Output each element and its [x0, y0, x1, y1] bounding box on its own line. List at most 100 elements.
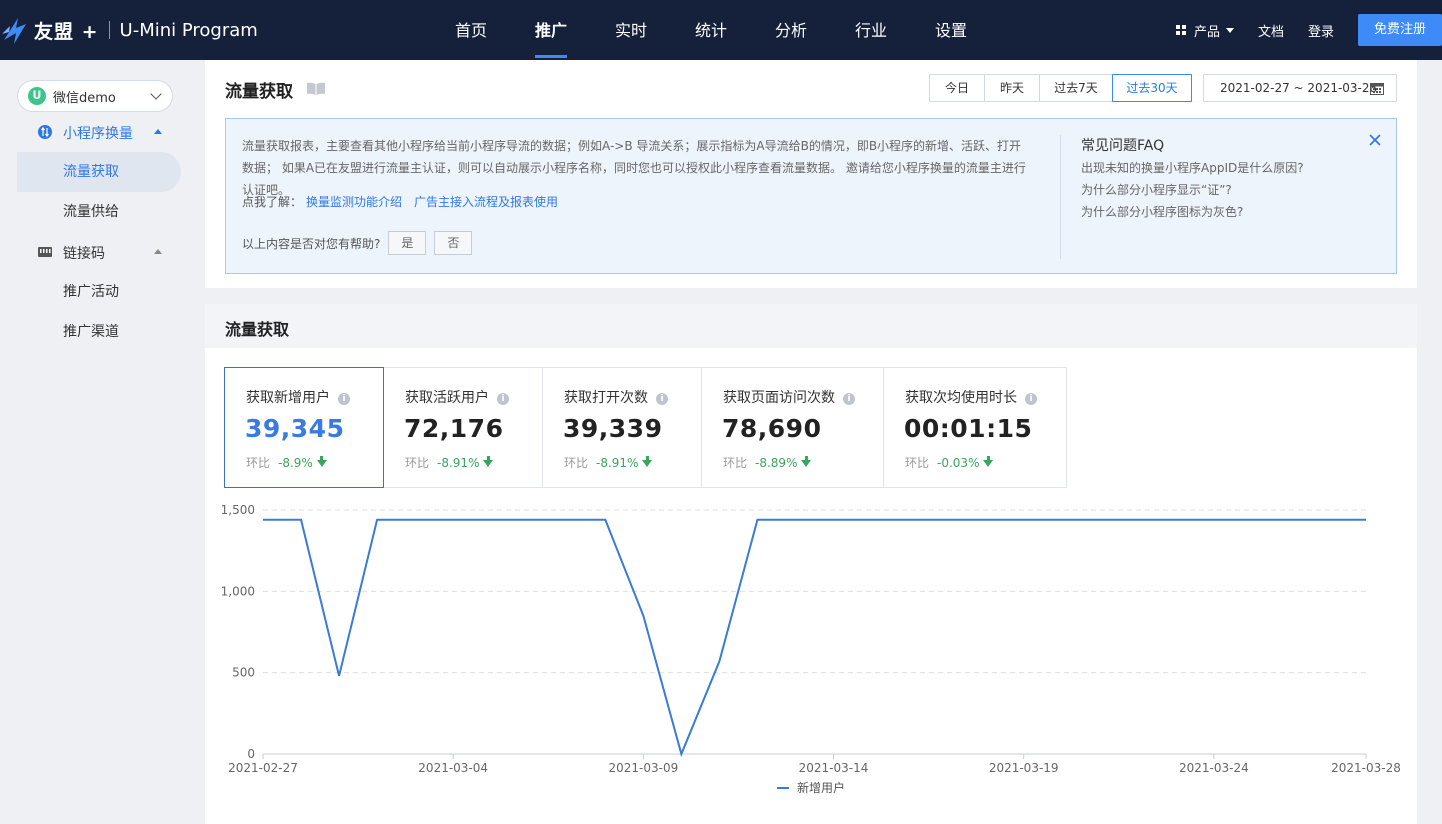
kpi-change: -0.03%	[937, 456, 980, 470]
page-title: 流量获取	[225, 82, 293, 102]
login-link[interactable]: 登录	[1308, 21, 1334, 40]
kpi-change: -8.91%	[596, 456, 639, 470]
learn-more-label: 点我了解：	[242, 195, 303, 209]
kpi-value: 00:01:15	[904, 414, 1033, 443]
helpful-no-button[interactable]: 否	[434, 231, 473, 255]
products-menu-label: 产品	[1193, 24, 1220, 40]
kpi-value: 39,345	[245, 414, 345, 443]
info-icon[interactable]: i	[338, 393, 350, 405]
faq-section: 常见问题FAQ 出现未知的换量小程序AppID是什么原因? 为什么部分小程序显示…	[1081, 135, 1304, 223]
range-tab[interactable]: 过去7天	[1039, 74, 1113, 102]
kpi-value: 39,339	[563, 414, 663, 443]
range-tab[interactable]: 昨天	[984, 74, 1040, 102]
top-right-actions: 产品 文档 登录 免费注册	[1175, 0, 1442, 60]
faq-divider	[1060, 135, 1061, 259]
date-range-picker[interactable]: 2021-02-27 ~ 2021-03-28	[1203, 74, 1397, 102]
helpful-yes-button[interactable]: 是	[388, 231, 427, 255]
exchange-icon	[38, 125, 52, 139]
link-advertiser-guide[interactable]: 广告主接入流程及报表使用	[414, 195, 558, 209]
faq-item[interactable]: 出现未知的换量小程序AppID是什么原因?	[1081, 157, 1304, 179]
sidebar-item-promo-activity[interactable]: 推广活动	[17, 272, 181, 312]
date-range-value: 2021-02-27 ~ 2021-03-28	[1220, 81, 1378, 95]
x-tick-label: 2021-03-04	[418, 761, 488, 775]
helpful-question: 以上内容是否对您有帮助?	[242, 236, 381, 251]
sidebar-group-label: 链接码	[63, 246, 105, 262]
x-tick-label: 2021-03-09	[608, 761, 678, 775]
faq-title: 常见问题FAQ	[1081, 138, 1165, 154]
range-tab[interactable]: 今日	[929, 74, 985, 102]
nav-item[interactable]: 分析	[751, 0, 831, 60]
kpi-card[interactable]: 获取次均使用时长 i 00:01:15 环比 -0.03%	[883, 367, 1067, 488]
faq-item[interactable]: 为什么部分小程序图标为灰色?	[1081, 201, 1304, 223]
kpi-label: 获取打开次数 i	[564, 387, 668, 407]
main-nav: 首页 推广 实时 统计 分析 行业 设置	[431, 0, 991, 60]
kpi-label: 获取活跃用户 i	[405, 387, 509, 407]
nav-item[interactable]: 实时	[591, 0, 671, 60]
logo-divider	[108, 21, 110, 39]
range-tab[interactable]: 过去30天	[1112, 74, 1192, 102]
line-chart: 0 500 1,000 1,500 2021-02-27 2021-03-04 2021-0…	[221, 503, 1401, 795]
info-icon[interactable]: i	[1025, 393, 1037, 405]
y-tick-label: 1,500	[221, 503, 255, 517]
kpi-value: 78,690	[722, 414, 822, 443]
kpi-label: 获取次均使用时长 i	[905, 387, 1037, 407]
kpi-change: -8.89%	[755, 456, 798, 470]
chevron-down-icon	[150, 88, 162, 100]
top-nav-bar: 友盟 + U-Mini Program 首页 推广 实时 统计 分析 行业 设置 产品 文档…	[0, 0, 1442, 60]
x-tick-label: 2021-03-19	[989, 761, 1059, 775]
sidebar-item-traffic-supply[interactable]: 流量供给	[17, 192, 181, 232]
arrow-down-icon	[483, 456, 494, 467]
info-icon[interactable]: i	[843, 393, 855, 405]
y-tick-label: 1,000	[221, 584, 255, 598]
close-icon[interactable]	[1368, 133, 1382, 147]
nav-item[interactable]: 首页	[431, 0, 511, 60]
kpi-label: 获取页面访问次数 i	[723, 387, 855, 407]
overview-panel: 流量获取 今日 昨天 过去7天 过去30天 2021-02-27 ~ 2021-03-…	[205, 60, 1417, 288]
caret-up-icon	[154, 249, 162, 254]
y-tick-label: 500	[232, 666, 255, 680]
kpi-card[interactable]: 获取新增用户 i 39,345 环比 -8.9%	[224, 367, 384, 488]
arrow-down-icon	[642, 456, 653, 467]
logo[interactable]: 友盟 + U-Mini Program	[0, 14, 258, 46]
kpi-change: -8.9%	[278, 456, 313, 470]
app-selector[interactable]: ᑌ 微信demo	[17, 80, 173, 112]
link-monitor-intro[interactable]: 换量监测功能介绍	[306, 195, 402, 209]
nav-item[interactable]: 设置	[911, 0, 991, 60]
nav-item[interactable]: 统计	[671, 0, 751, 60]
sidebar-group-label: 小程序换量	[63, 126, 133, 142]
caret-up-icon	[154, 129, 162, 134]
faq-item[interactable]: 为什么部分小程序显示“证”?	[1081, 179, 1304, 201]
product-name: U-Mini Program	[119, 19, 258, 41]
kpi-card[interactable]: 获取页面访问次数 i 78,690 环比 -8.89%	[701, 367, 884, 488]
legend-label: 新增用户	[797, 780, 845, 795]
info-icon[interactable]: i	[497, 393, 509, 405]
sidebar: ᑌ 微信demo 小程序换量 流量获取 流量供给 链接码 推广活动 推广渠道	[0, 60, 196, 824]
x-tick-label: 2021-03-14	[799, 761, 869, 775]
kpi-compare: 环比 -8.91%	[405, 454, 494, 471]
helpful-feedback: 以上内容是否对您有帮助? 是 否	[242, 231, 473, 255]
barcode-icon	[38, 247, 52, 257]
kpi-card[interactable]: 获取打开次数 i 39,339 环比 -8.91%	[542, 367, 702, 488]
docs-link[interactable]: 文档	[1258, 21, 1284, 40]
section-header: 流量获取	[205, 304, 1417, 348]
kpi-card[interactable]: 获取活跃用户 i 72,176 环比 -8.91%	[383, 367, 543, 488]
sidebar-group-link-code[interactable]: 链接码	[0, 232, 196, 272]
x-tick-label: 2021-03-28	[1331, 761, 1401, 775]
sidebar-item-traffic-acquire[interactable]: 流量获取	[17, 152, 181, 192]
umeng-logo-icon	[2, 18, 26, 44]
section-title: 流量获取	[225, 320, 290, 339]
book-icon[interactable]	[306, 82, 326, 96]
kpi-change: -8.91%	[437, 456, 480, 470]
sidebar-item-promo-channel[interactable]: 推广渠道	[17, 312, 181, 352]
kpi-label: 获取新增用户 i	[246, 387, 350, 407]
products-menu[interactable]: 产品	[1175, 21, 1234, 40]
nav-item[interactable]: 推广	[511, 0, 591, 60]
x-tick-label: 2021-02-27	[228, 761, 298, 775]
brand-name: 友盟 +	[34, 20, 99, 43]
sidebar-group-mini-program-exchange[interactable]: 小程序换量	[0, 112, 196, 152]
kpi-value: 72,176	[404, 414, 504, 443]
caret-down-icon	[1225, 27, 1234, 33]
nav-item[interactable]: 行业	[831, 0, 911, 60]
signup-button[interactable]: 免费注册	[1358, 14, 1442, 46]
info-icon[interactable]: i	[656, 393, 668, 405]
